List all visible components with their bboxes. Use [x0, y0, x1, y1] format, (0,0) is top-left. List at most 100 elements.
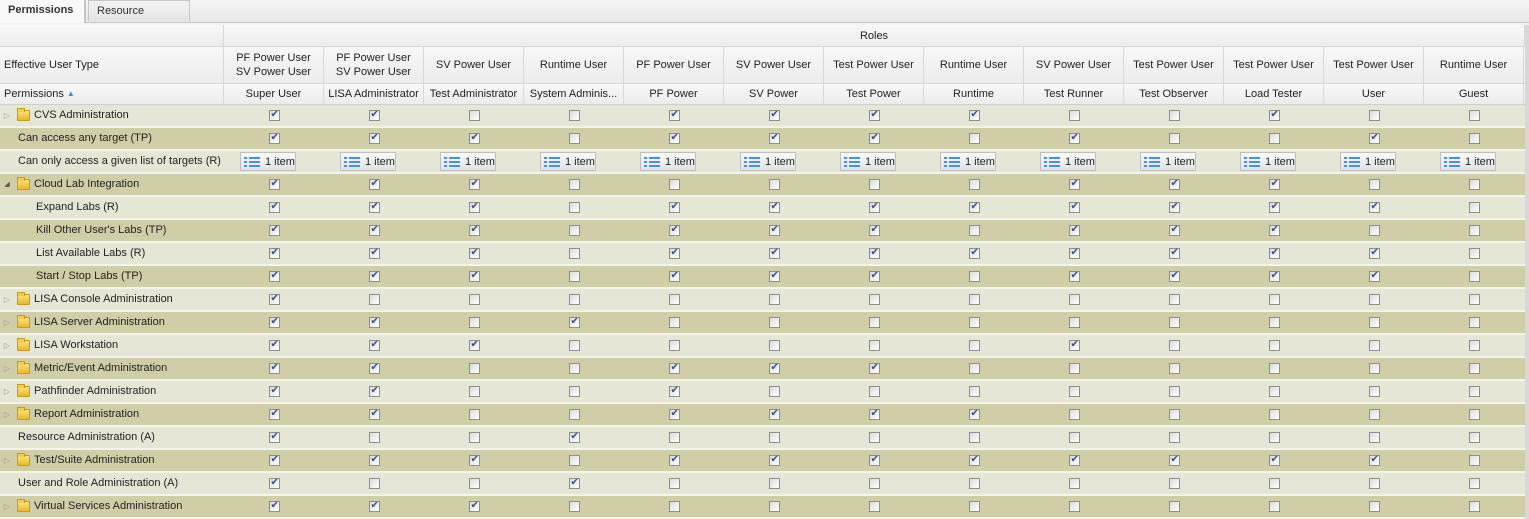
- permission-checkbox-unchecked[interactable]: [1268, 478, 1280, 489]
- permission-checkbox-unchecked[interactable]: [568, 409, 580, 420]
- permission-checkbox-unchecked[interactable]: [868, 340, 880, 351]
- permission-checkbox-unchecked[interactable]: [1068, 409, 1080, 420]
- role-name-header[interactable]: Super User: [224, 84, 324, 104]
- permission-checkbox-unchecked[interactable]: [368, 478, 380, 489]
- permission-checkbox-checked[interactable]: [868, 131, 880, 145]
- permission-checkbox-unchecked[interactable]: [568, 133, 580, 144]
- permission-checkbox-unchecked[interactable]: [968, 363, 980, 374]
- permission-checkbox-checked[interactable]: [668, 223, 680, 237]
- role-name-header[interactable]: LISA Administrator: [324, 84, 424, 104]
- collapse-arrow-icon[interactable]: ◢: [2, 174, 12, 195]
- target-list-button[interactable]: 1 item: [1040, 152, 1096, 171]
- permission-checkbox-unchecked[interactable]: [1168, 317, 1180, 328]
- role-name-header[interactable]: Runtime: [924, 84, 1024, 104]
- permission-checkbox-checked[interactable]: [368, 269, 380, 283]
- role-name-header[interactable]: Test Runner: [1024, 84, 1124, 104]
- permission-checkbox-unchecked[interactable]: [1168, 133, 1180, 144]
- permission-checkbox-checked[interactable]: [268, 200, 280, 214]
- permission-checkbox-unchecked[interactable]: [1468, 432, 1480, 443]
- permission-checkbox-checked[interactable]: [368, 108, 380, 122]
- permission-checkbox-checked[interactable]: [868, 361, 880, 375]
- permission-checkbox-unchecked[interactable]: [1368, 501, 1380, 512]
- permission-checkbox-unchecked[interactable]: [668, 317, 680, 328]
- permission-checkbox-unchecked[interactable]: [1468, 317, 1480, 328]
- permission-checkbox-unchecked[interactable]: [1468, 340, 1480, 351]
- permission-checkbox-unchecked[interactable]: [1468, 294, 1480, 305]
- permission-checkbox-checked[interactable]: [268, 338, 280, 352]
- expand-arrow-icon[interactable]: ▷: [2, 496, 12, 517]
- permission-checkbox-checked[interactable]: [268, 407, 280, 421]
- permission-checkbox-unchecked[interactable]: [768, 179, 780, 190]
- target-list-button[interactable]: 1 item: [440, 152, 496, 171]
- target-list-button[interactable]: 1 item: [240, 152, 296, 171]
- permission-checkbox-unchecked[interactable]: [1468, 133, 1480, 144]
- permission-checkbox-unchecked[interactable]: [1368, 294, 1380, 305]
- permission-checkbox-unchecked[interactable]: [1068, 110, 1080, 121]
- permission-checkbox-unchecked[interactable]: [768, 294, 780, 305]
- permission-checkbox-checked[interactable]: [868, 200, 880, 214]
- permission-checkbox-unchecked[interactable]: [1068, 317, 1080, 328]
- permission-checkbox-unchecked[interactable]: [468, 110, 480, 121]
- permission-checkbox-checked[interactable]: [1068, 453, 1080, 467]
- permission-checkbox-unchecked[interactable]: [468, 317, 480, 328]
- permission-checkbox-unchecked[interactable]: [1468, 455, 1480, 466]
- permission-checkbox-unchecked[interactable]: [1168, 363, 1180, 374]
- permission-checkbox-checked[interactable]: [468, 453, 480, 467]
- permission-checkbox-checked[interactable]: [1168, 269, 1180, 283]
- permission-checkbox-checked[interactable]: [268, 131, 280, 145]
- permission-checkbox-unchecked[interactable]: [1468, 409, 1480, 420]
- permission-checkbox-checked[interactable]: [368, 246, 380, 260]
- permissions-column-header[interactable]: Permissions ▲: [0, 84, 224, 104]
- permission-checkbox-unchecked[interactable]: [968, 225, 980, 236]
- permission-checkbox-checked[interactable]: [468, 223, 480, 237]
- target-list-button[interactable]: 1 item: [1340, 152, 1396, 171]
- permission-checkbox-checked[interactable]: [1268, 269, 1280, 283]
- sort-ascending-icon[interactable]: ▲: [67, 87, 75, 101]
- permission-checkbox-checked[interactable]: [968, 453, 980, 467]
- permission-checkbox-unchecked[interactable]: [968, 501, 980, 512]
- vertical-scrollbar[interactable]: [1525, 25, 1529, 519]
- permission-checkbox-checked[interactable]: [768, 223, 780, 237]
- permission-checkbox-unchecked[interactable]: [868, 501, 880, 512]
- permission-checkbox-checked[interactable]: [968, 108, 980, 122]
- permission-checkbox-unchecked[interactable]: [1168, 340, 1180, 351]
- permission-checkbox-unchecked[interactable]: [968, 478, 980, 489]
- permission-checkbox-unchecked[interactable]: [368, 432, 380, 443]
- permission-checkbox-unchecked[interactable]: [1068, 294, 1080, 305]
- permission-checkbox-checked[interactable]: [668, 361, 680, 375]
- permission-checkbox-checked[interactable]: [768, 246, 780, 260]
- permission-checkbox-checked[interactable]: [368, 499, 380, 513]
- expand-arrow-icon[interactable]: ▷: [2, 404, 12, 425]
- permission-checkbox-checked[interactable]: [968, 200, 980, 214]
- permission-checkbox-checked[interactable]: [1168, 177, 1180, 191]
- permission-checkbox-checked[interactable]: [1268, 200, 1280, 214]
- permission-checkbox-unchecked[interactable]: [868, 179, 880, 190]
- permission-checkbox-unchecked[interactable]: [1268, 409, 1280, 420]
- permission-checkbox-unchecked[interactable]: [568, 248, 580, 259]
- permission-checkbox-unchecked[interactable]: [1268, 317, 1280, 328]
- permission-checkbox-unchecked[interactable]: [1168, 478, 1180, 489]
- permission-checkbox-checked[interactable]: [468, 246, 480, 260]
- permission-checkbox-checked[interactable]: [1268, 177, 1280, 191]
- permission-checkbox-checked[interactable]: [368, 315, 380, 329]
- permission-checkbox-unchecked[interactable]: [1168, 501, 1180, 512]
- permission-checkbox-checked[interactable]: [368, 131, 380, 145]
- permission-checkbox-checked[interactable]: [1368, 269, 1380, 283]
- permission-checkbox-unchecked[interactable]: [668, 501, 680, 512]
- permission-checkbox-unchecked[interactable]: [868, 432, 880, 443]
- permission-checkbox-unchecked[interactable]: [468, 432, 480, 443]
- permission-checkbox-checked[interactable]: [668, 407, 680, 421]
- permission-checkbox-checked[interactable]: [268, 315, 280, 329]
- permission-checkbox-unchecked[interactable]: [1368, 110, 1380, 121]
- permission-checkbox-unchecked[interactable]: [568, 271, 580, 282]
- permission-checkbox-checked[interactable]: [468, 131, 480, 145]
- permission-checkbox-checked[interactable]: [1068, 177, 1080, 191]
- permission-checkbox-unchecked[interactable]: [568, 386, 580, 397]
- permission-checkbox-unchecked[interactable]: [1468, 501, 1480, 512]
- permission-checkbox-unchecked[interactable]: [568, 202, 580, 213]
- permission-checkbox-checked[interactable]: [868, 108, 880, 122]
- permission-checkbox-checked[interactable]: [368, 223, 380, 237]
- permission-checkbox-unchecked[interactable]: [468, 294, 480, 305]
- permission-checkbox-checked[interactable]: [368, 407, 380, 421]
- expand-arrow-icon[interactable]: ▷: [2, 358, 12, 379]
